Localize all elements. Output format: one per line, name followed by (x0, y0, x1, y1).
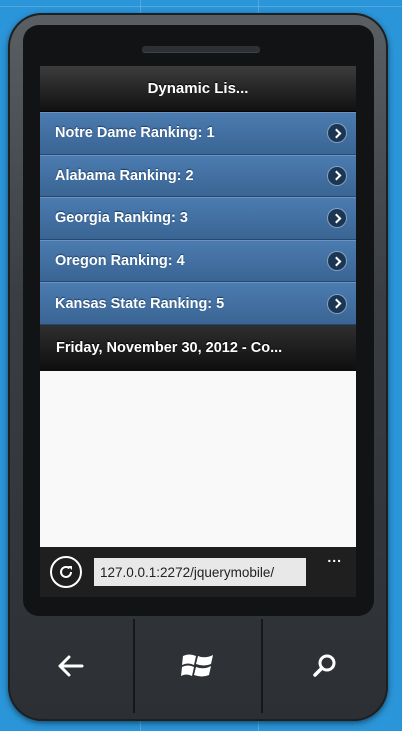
chevron-right-circle-icon (328, 124, 346, 143)
chevron-right-circle-icon (328, 166, 346, 185)
footer-text: Friday, November 30, 2012 - Co... (56, 339, 283, 356)
chevron-right-circle-icon (328, 252, 346, 271)
search-icon (312, 653, 338, 679)
list-item[interactable]: Georgia Ranking: 3 (40, 197, 356, 240)
list-item-label: Oregon Ranking: 4 (55, 253, 185, 270)
page-footer: Friday, November 30, 2012 - Co... (40, 324, 356, 371)
page-header: Dynamic Lis... (40, 66, 356, 112)
list-item[interactable]: Kansas State Ranking: 5 (40, 282, 356, 325)
chevron-right-circle-icon (328, 294, 346, 313)
list-item-label: Alabama Ranking: 2 (55, 167, 194, 184)
refresh-button[interactable] (50, 556, 82, 588)
ranking-list: Notre Dame Ranking: 1 Alabama Ranking: 2… (40, 112, 356, 325)
list-item[interactable]: Alabama Ranking: 2 (40, 154, 356, 198)
hardware-buttons (8, 617, 388, 715)
list-item-label: Georgia Ranking: 3 (55, 210, 188, 227)
list-item-label: Notre Dame Ranking: 1 (55, 125, 215, 142)
list-item[interactable]: Notre Dame Ranking: 1 (40, 112, 356, 155)
back-button[interactable] (8, 617, 133, 715)
phone-screen: Dynamic Lis... Notre Dame Ranking: 1 Ala… (40, 66, 356, 597)
chevron-right-circle-icon (328, 209, 346, 228)
list-item-label: Kansas State Ranking: 5 (55, 295, 225, 312)
desktop-grid-line (0, 6, 402, 7)
list-item[interactable]: Oregon Ranking: 4 (40, 239, 356, 283)
phone-speaker (142, 46, 260, 52)
url-input[interactable]: 127.0.0.1:2272/jquerymobile/ (94, 558, 306, 586)
refresh-icon (60, 565, 72, 578)
search-button[interactable] (263, 617, 388, 715)
more-options-button[interactable]: ... (327, 549, 342, 565)
windows-logo-icon (180, 651, 215, 681)
browser-address-bar: 127.0.0.1:2272/jquerymobile/ ... (40, 547, 356, 597)
page-title: Dynamic Lis... (147, 80, 249, 97)
start-button[interactable] (135, 617, 260, 715)
back-arrow-icon (58, 655, 84, 677)
